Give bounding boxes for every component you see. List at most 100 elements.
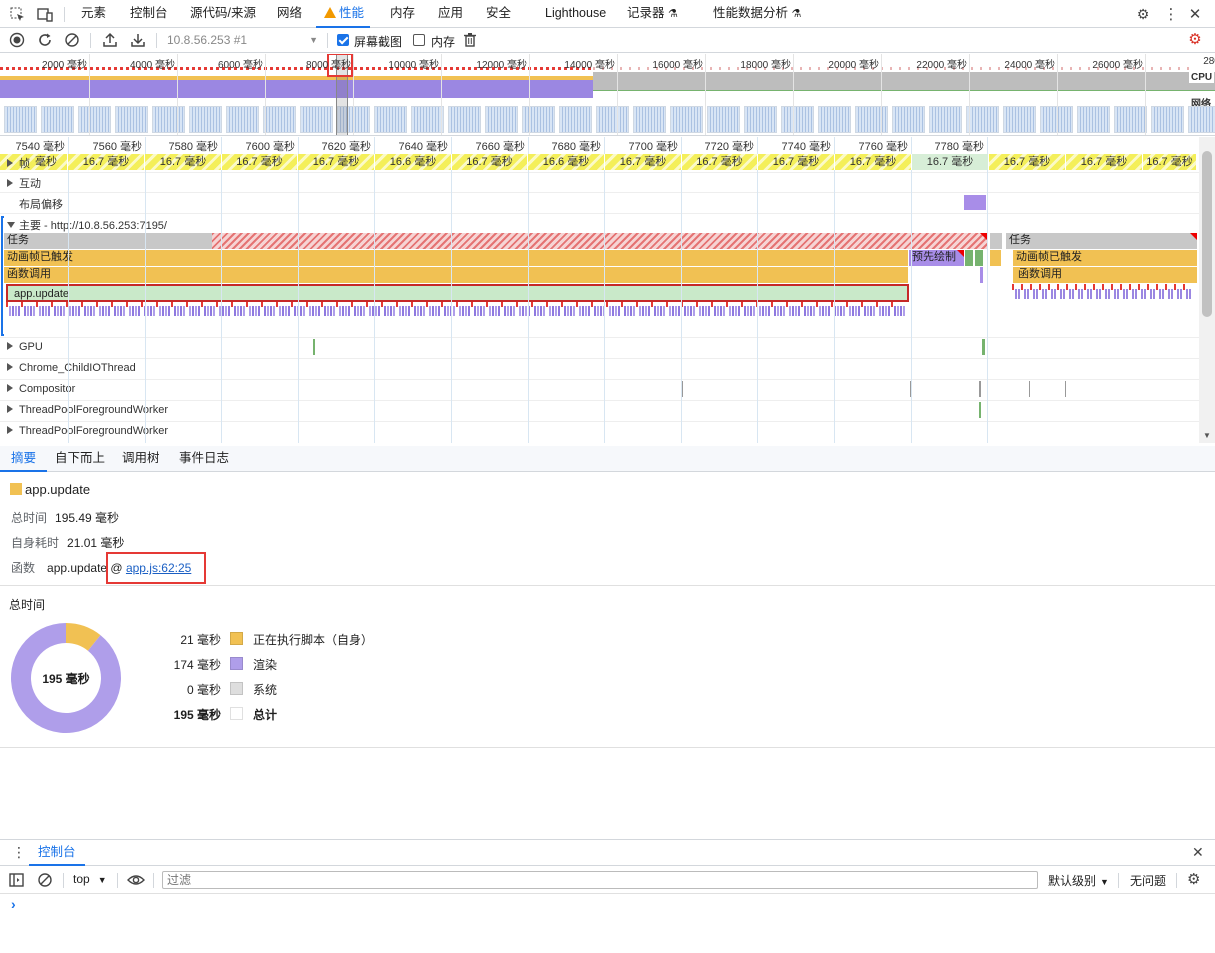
expand-triangle-icon — [7, 159, 13, 167]
sub-call-tick — [81, 302, 83, 307]
paint-bar[interactable] — [965, 250, 973, 266]
flame-chart[interactable]: 帧 互动 布局偏移 主要 - http://10.8.56.253:7195/ … — [0, 137, 1199, 443]
frame-block[interactable]: 16.7 毫秒 — [145, 154, 222, 170]
tab-console[interactable]: 控制台 — [130, 0, 168, 28]
tab-elements[interactable]: 元素 — [81, 0, 106, 28]
track-io-thread[interactable]: Chrome_ChildIOThread — [7, 362, 136, 374]
reload-record-icon[interactable] — [37, 32, 53, 48]
eye-icon[interactable] — [127, 872, 145, 891]
sub-call-tick — [255, 306, 257, 316]
record-button[interactable] — [9, 32, 25, 48]
drawer-menu-icon[interactable]: ⋮ — [12, 844, 26, 861]
overview-tick-label: 26000 毫秒 — [1092, 60, 1143, 71]
track-gpu[interactable]: GPU — [7, 341, 43, 353]
function-call-bar[interactable]: 函数调用 — [4, 267, 908, 283]
tab-bottom-up[interactable]: 自下而上 — [55, 446, 105, 472]
tab-summary[interactable]: 摘要 — [0, 446, 48, 472]
animation-frame-bar-2[interactable]: 动画帧已触发 — [1013, 250, 1197, 266]
function-call-bar-2[interactable]: 函数调用 — [1013, 267, 1197, 283]
log-level-select[interactable]: 默认级别 ▼ — [1048, 872, 1109, 889]
trash-icon[interactable] — [462, 32, 478, 48]
settings-gear-icon[interactable]: ⚙ — [1135, 6, 1151, 22]
device-toolbar-icon[interactable] — [37, 6, 53, 22]
track-worker-1[interactable]: ThreadPoolForegroundWorker — [7, 404, 168, 416]
frame-block[interactable]: 16.7 毫秒 — [1066, 154, 1143, 170]
tab-security[interactable]: 安全 — [486, 0, 511, 28]
prepaint-bar[interactable]: 预先绘制 — [909, 250, 964, 266]
scrollbar-thumb[interactable] — [1202, 151, 1212, 317]
animation-frame-bar[interactable]: 动画帧已触发 — [4, 250, 908, 266]
sub-call-tick — [720, 306, 722, 316]
clear-console-icon[interactable] — [37, 872, 53, 891]
layout-shift-marker[interactable] — [964, 195, 986, 210]
track-compositor[interactable]: Compositor — [7, 383, 75, 395]
sub-call-tick — [879, 306, 881, 316]
frame-block[interactable]: 16.7 毫秒 — [452, 154, 528, 170]
screenshots-label[interactable]: 屏幕截图 — [354, 33, 402, 50]
upload-profile-icon[interactable] — [102, 32, 118, 48]
tab-lighthouse[interactable]: Lighthouse — [545, 0, 606, 28]
tab-sources[interactable]: 源代码/来源 — [190, 0, 256, 28]
console-filter-input[interactable] — [162, 871, 1038, 889]
frame-block[interactable]: 16.7 毫秒 — [298, 154, 375, 170]
issues-counter[interactable]: 无问题 — [1130, 872, 1166, 889]
sub-call-tick — [1018, 289, 1020, 299]
memory-checkbox[interactable] — [413, 34, 425, 46]
frame-block[interactable]: 16.7 毫秒 — [222, 154, 298, 170]
recording-select[interactable]: 10.8.56.253 #1 ▼ — [160, 31, 322, 50]
timeline-scrollbar[interactable]: ▼ — [1199, 137, 1215, 443]
track-main[interactable]: 主要 - http://10.8.56.253:7195/ — [7, 217, 167, 233]
tab-application[interactable]: 应用 — [438, 0, 463, 28]
tab-memory[interactable]: 内存 — [390, 0, 415, 28]
tab-recorder[interactable]: 记录器 ⚗ — [627, 0, 678, 28]
console-settings-icon[interactable]: ⚙ — [1187, 870, 1200, 888]
sub-call-tick — [327, 306, 329, 316]
timeline-overview[interactable]: CPU 网络 2000 毫秒 4000 毫秒 6000 毫秒 8000 毫秒 10000… — [0, 54, 1215, 136]
tab-performance-insights[interactable]: 性能数据分析 ⚗ — [713, 0, 801, 28]
frame-block[interactable]: 16.6 毫秒 — [375, 154, 452, 170]
close-devtools-icon[interactable]: ✕ — [1187, 6, 1203, 23]
capture-settings-icon[interactable]: ⚙ — [1187, 32, 1203, 48]
paint-bar[interactable] — [975, 250, 983, 266]
task-bar[interactable]: 任务 — [4, 233, 212, 249]
memory-label[interactable]: 内存 — [431, 33, 455, 50]
long-task-overlay[interactable] — [212, 233, 987, 249]
frame-block[interactable]: 16.7 毫秒 — [989, 154, 1066, 170]
track-frames[interactable]: 帧 — [7, 155, 30, 171]
frame-block[interactable]: 16.7 毫秒 — [912, 154, 989, 170]
track-interactions[interactable]: 互动 — [7, 175, 41, 191]
tab-call-tree[interactable]: 调用树 — [122, 446, 160, 472]
sidebar-toggle-icon[interactable] — [9, 873, 24, 890]
frame-block[interactable]: 16.7 毫秒 — [68, 154, 145, 170]
inspect-element-icon[interactable] — [9, 6, 25, 22]
row-divider — [0, 421, 1199, 422]
task-bar-2[interactable]: 任务 — [1006, 233, 1197, 249]
track-layout-shifts[interactable]: 布局偏移 — [19, 196, 63, 212]
tab-performance[interactable]: 性能 — [316, 0, 371, 28]
script-bar-small[interactable] — [990, 250, 1001, 266]
screenshots-checkbox[interactable] — [337, 34, 349, 46]
task-bar-small[interactable] — [990, 233, 1002, 249]
scroll-down-icon[interactable]: ▼ — [1203, 431, 1211, 440]
drawer-tab-console[interactable]: 控制台 — [29, 840, 85, 866]
row-divider — [0, 379, 1199, 380]
download-profile-icon[interactable] — [130, 32, 146, 48]
context-selector[interactable]: top ▼ — [73, 872, 107, 886]
tab-network[interactable]: 网络 — [277, 0, 302, 28]
track-worker-2[interactable]: ThreadPoolForegroundWorker — [7, 425, 168, 437]
clear-icon[interactable] — [64, 32, 80, 48]
app-update-bar[interactable]: app.update — [6, 284, 909, 302]
close-drawer-icon[interactable]: ✕ — [1192, 844, 1204, 861]
sub-call-tick — [159, 306, 161, 316]
frame-block[interactable]: 16.7 毫秒 — [605, 154, 682, 170]
frame-block[interactable]: 16.6 毫秒 — [528, 154, 605, 170]
console-prompt[interactable]: › — [11, 896, 16, 912]
frame-block[interactable]: 16.7 毫秒 — [835, 154, 912, 170]
more-options-icon[interactable]: ⋮ — [1163, 6, 1179, 23]
frame-block[interactable]: 16.7 毫秒 — [1143, 154, 1197, 170]
timeline-tick-label: 7680 毫秒 — [551, 141, 601, 153]
sub-call-tick — [105, 306, 107, 316]
tab-event-log[interactable]: 事件日志 — [179, 446, 229, 472]
frame-block[interactable]: 16.7 毫秒 — [682, 154, 758, 170]
frame-block[interactable]: 16.7 毫秒 — [758, 154, 835, 170]
